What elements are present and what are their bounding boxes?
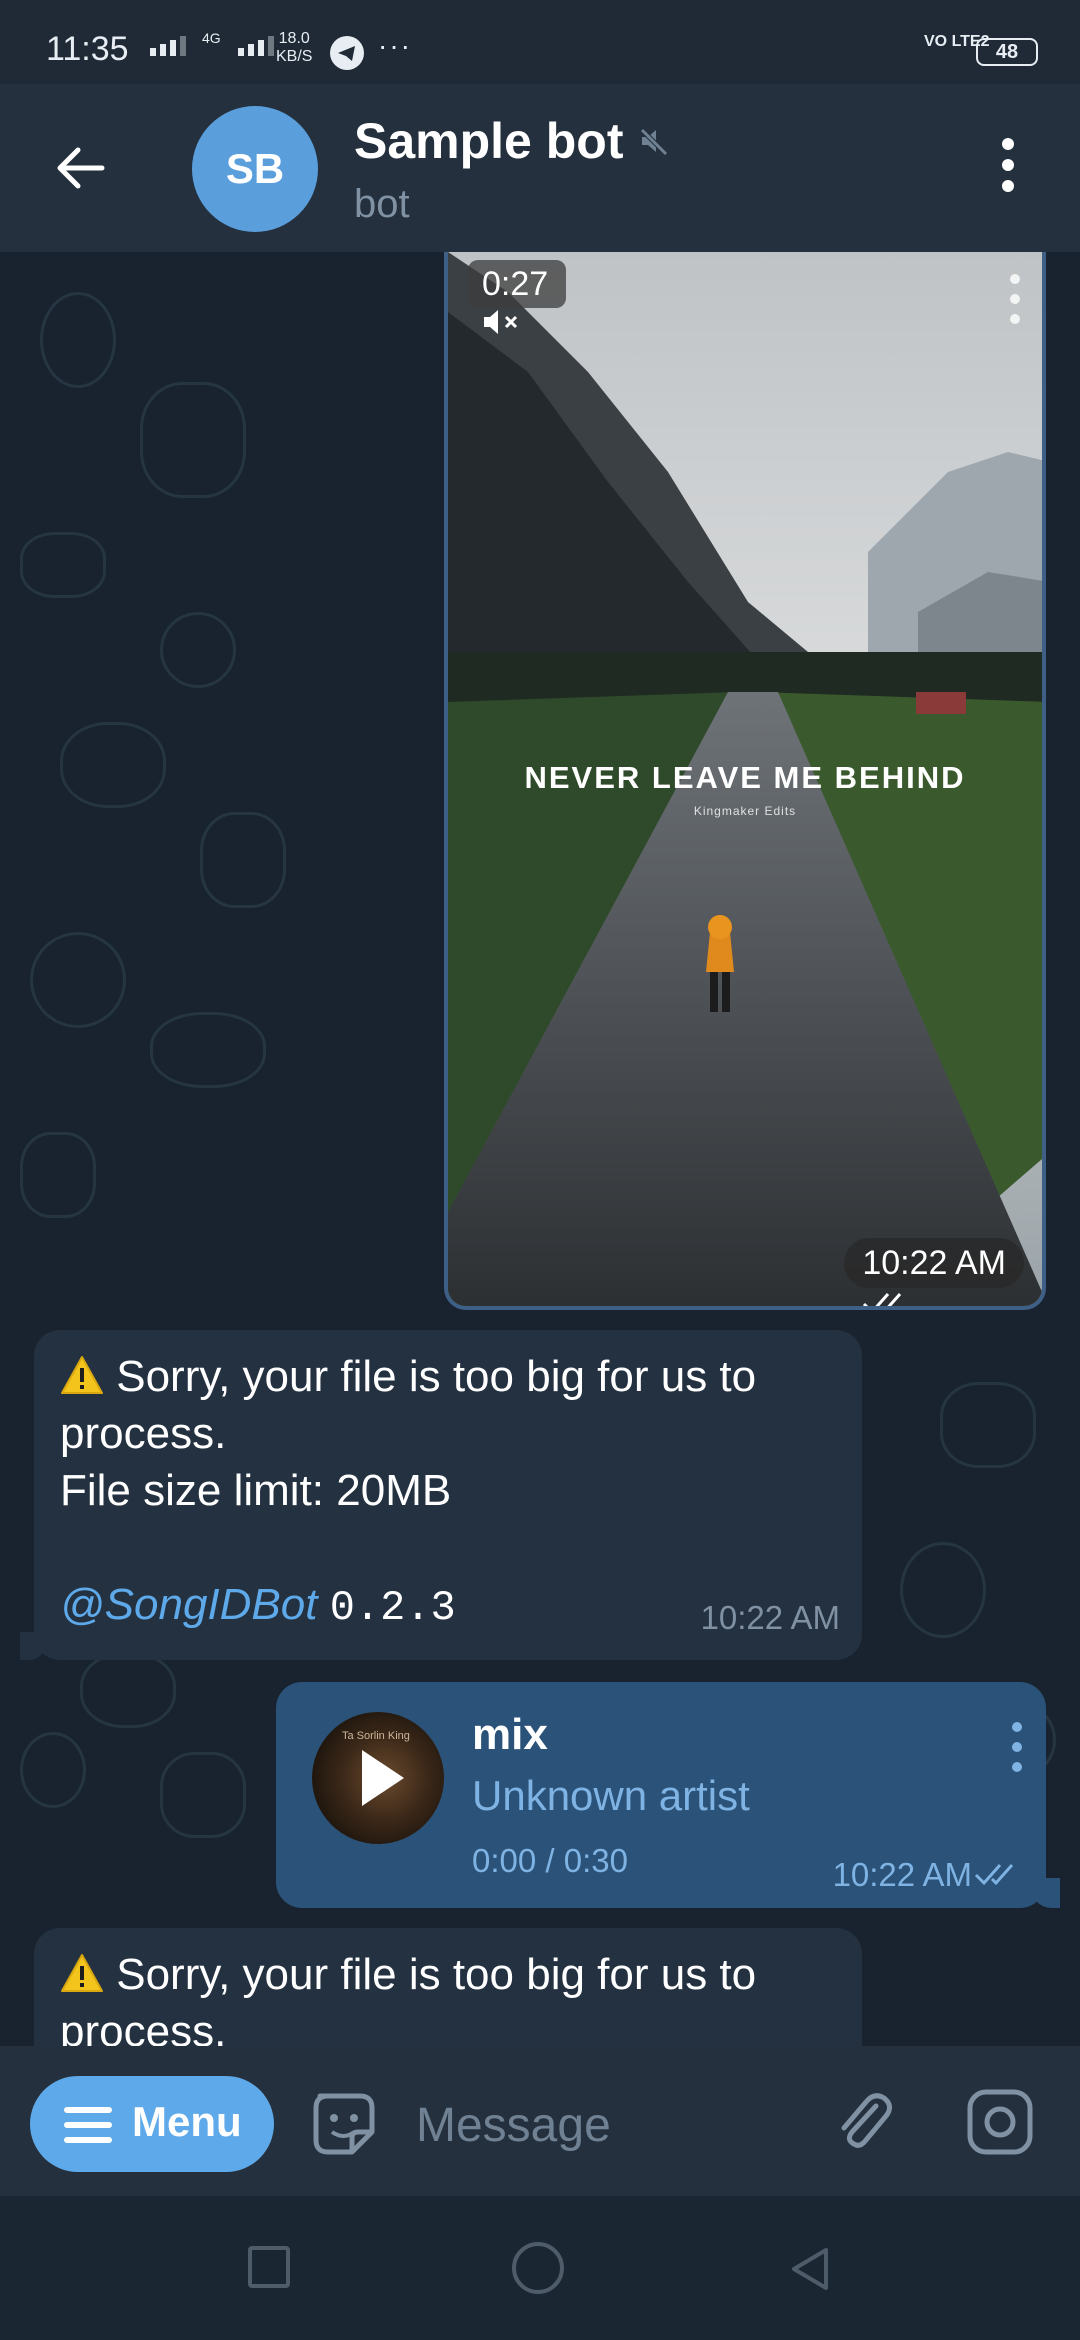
system-navigation-bar [0,2196,1080,2340]
version-code: 0.2.3 [329,1584,456,1632]
chat-subtitle: bot [354,182,410,226]
menu-label: Menu [132,2098,242,2145]
message-input[interactable] [414,2082,798,2168]
double-check-icon [863,1293,902,1306]
warning-icon [61,1356,103,1394]
message-time: 10:22 AM [832,1856,972,1893]
message-text: Sorry, your file is too big for us to [116,1352,757,1401]
system-back-button[interactable] [786,2244,836,2294]
video-options-button[interactable] [1010,274,1022,334]
video-duration: 0:27 [482,265,549,303]
bot-menu-button[interactable]: Menu [30,2076,274,2172]
incoming-message[interactable]: Sorry, your file is too big for us to pr… [20,1330,862,1660]
network-speed: 18.0 KB/S [276,30,312,66]
back-button[interactable] [50,138,110,198]
telegram-notification-icon [330,36,364,70]
bot-mention-link[interactable]: @SongIDBot [60,1580,317,1629]
chat-title[interactable]: Sample bot [354,112,623,170]
audio-message[interactable]: Ta Sorlin King mix Unknown artist 0:00 /… [276,1682,1060,1908]
chat-header: SB Sample bot bot [0,84,1080,252]
audio-title: mix [472,1710,548,1759]
message-line: Sorry, your file is too big for us to [60,1348,836,1405]
video-timestamp: 10:22 AM [844,1238,1024,1306]
speed-unit: KB/S [276,48,313,65]
message-input-bar: Menu [0,2046,1080,2196]
speed-value: 18.0 [278,30,310,47]
status-time: 11:35 [46,30,129,68]
double-check-icon [974,1864,1014,1886]
audio-artist: Unknown artist [472,1772,750,1819]
more-notifications-icon: ··· [378,30,412,61]
muted-speaker-icon [484,310,518,334]
video-duration-badge: 0:27 [468,260,567,334]
warning-icon [61,1954,103,1992]
message-time: 10:22 AM [700,1599,840,1636]
message-text: Sorry, your file is too big for us to [116,1950,757,1999]
paperclip-icon[interactable] [828,2086,900,2158]
muted-icon [638,126,668,156]
status-bar: 11:35 4G 18.0 KB/S ··· VO LTE2 48 [0,0,1080,84]
play-icon[interactable] [312,1712,444,1844]
recent-apps-button[interactable] [248,2246,290,2288]
signal-icon [150,36,186,56]
message-line: Sorry, your file is too big for us to [60,1946,836,2003]
battery-level: 48 [995,41,1019,63]
battery-icon: 48 [976,38,1038,66]
signal-2-icon [238,36,274,56]
avatar[interactable]: SB [192,106,318,232]
video-caption: NEVER LEAVE ME BEHIND [524,760,966,795]
video-message[interactable]: 0:27 NEVER LEAVE ME BEHIND Kingmaker Edi… [444,252,1046,1310]
network-type: 4G [202,30,221,46]
message-text: process. [60,1409,227,1458]
sticker-emoji-icon[interactable] [308,2088,380,2160]
video-time: 10:22 AM [862,1244,1006,1282]
audio-progress: 0:00 / 0:30 [472,1842,628,1879]
hamburger-icon [64,2107,112,2143]
audio-options-button[interactable] [1012,1722,1024,1778]
arrow-left-icon [57,147,105,189]
home-button[interactable] [512,2242,564,2294]
camera-icon[interactable] [964,2086,1036,2158]
message-text: File size limit: 20MB [60,1466,452,1515]
video-caption-sub: Kingmaker Edits [693,804,797,818]
more-options-button[interactable] [998,138,1018,198]
